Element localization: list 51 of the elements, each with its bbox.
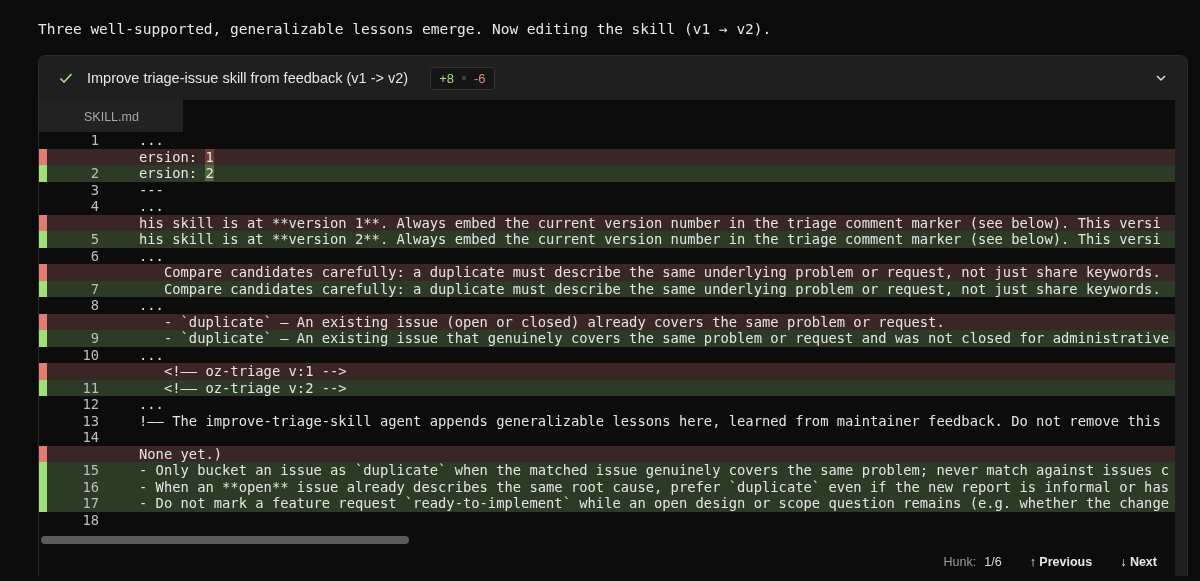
- line-number: 10: [81, 346, 99, 363]
- code-line: - Only bucket an issue as `duplicate` when the matched issue genuinely covers the same problem; never match against issues c: [139, 462, 1169, 479]
- code-line: ...: [139, 297, 164, 314]
- previous-button[interactable]: ↑ Previous: [1029, 555, 1093, 569]
- code-line: - Do not mark a feature request `ready-to-implement` while an open design or scope question remains (e.g. whether the change: [139, 495, 1169, 512]
- code-line: ---: [139, 181, 164, 198]
- code-line: - When an **open** issue already describes the same root cause, prefer `duplicate` even if the new report is informal or has: [139, 478, 1169, 495]
- hunk-counter: 1/6: [984, 555, 1002, 569]
- code-line: <!—— oz-triage v:2 -->: [162, 379, 347, 396]
- next-button[interactable]: ↓ Next: [1120, 555, 1157, 569]
- code-line: ersion: 1: [139, 148, 214, 165]
- line-number: 14: [81, 429, 99, 446]
- chevron-down-icon[interactable]: [1155, 72, 1167, 84]
- line-number: 8: [89, 297, 99, 314]
- code-line: - `duplicate` — An existing issue (open or closed) already covers the same problem or request.: [162, 313, 945, 330]
- horizontal-scrollbar[interactable]: [41, 536, 409, 544]
- line-number: 13: [81, 412, 99, 429]
- card-title: Improve triage-issue skill from feedback (v1 -> v2): [87, 70, 409, 86]
- code-line: ...: [139, 247, 164, 264]
- code-line: Compare candidates carefully: a duplicate must describe the same underlying problem or request, not just share keywords.: [162, 280, 1161, 297]
- line-number: 12: [81, 396, 99, 413]
- chat-message: Three well-supported, generalizable lessons emerge. Now editing the skill (v1 → v2).: [38, 20, 773, 39]
- added-count: +8: [439, 70, 454, 86]
- code-line: ...: [139, 396, 164, 413]
- hunk-label: Hunk:: [943, 555, 977, 569]
- code-line: ...: [139, 198, 164, 215]
- code-line: ...: [139, 132, 164, 149]
- code-line: <!—— oz-triage v:1 -->: [162, 363, 347, 380]
- line-number: 18: [81, 511, 99, 528]
- line-number: 4: [89, 198, 99, 215]
- line-number: 11: [81, 379, 99, 396]
- line-number: 15: [81, 462, 99, 479]
- code-line: !—— The improve-triage-skill agent appends generalizable lessons here, learned from maintainer feedback. Do not remove this: [139, 412, 1161, 429]
- code-line: None yet.): [139, 445, 223, 462]
- code-line: - `duplicate` — An existing issue that genuinely covers the same problem or request and was not closed for administrative: [162, 330, 1169, 347]
- code-line: ...: [139, 346, 164, 363]
- line-number: 1: [89, 132, 99, 149]
- line-number: 16: [81, 478, 99, 495]
- line-number: 9: [89, 330, 99, 347]
- line-number: 7: [89, 280, 99, 297]
- removed-count: -6: [473, 70, 486, 86]
- line-number: 6: [89, 247, 99, 264]
- line-number: 3: [89, 181, 99, 198]
- line-number: 2: [89, 165, 99, 182]
- line-number: 5: [89, 231, 99, 248]
- code-line: his skill is at **version 1**. Always embed the current version number in the triage comment marker (see below). This versi: [139, 214, 1161, 231]
- code-line: his skill is at **version 2**. Always embed the current version number in the triage comment marker (see below). This versi: [139, 231, 1161, 248]
- line-number: 17: [81, 495, 99, 512]
- code-line: ersion: 2: [139, 165, 214, 182]
- file-tab[interactable]: SKILL.md: [39, 100, 183, 132]
- code-line: Compare candidates carefully: a duplicate must describe the same underlying problem or request, not just share keywords.: [162, 264, 1161, 281]
